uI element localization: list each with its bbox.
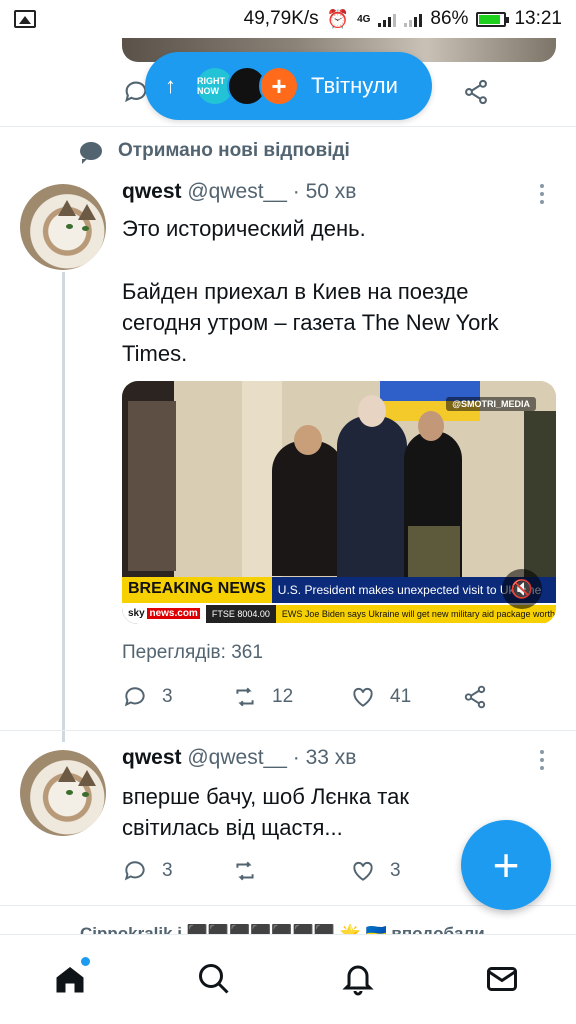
news-ticker: sky news.com FTSE 8004.00 EWS Joe Biden … [122, 603, 556, 624]
view-count: Переглядів: 361 [122, 642, 263, 663]
search-icon [199, 964, 229, 994]
avatar[interactable] [20, 184, 106, 270]
pill-avatar-3: + [259, 66, 299, 106]
reply-button[interactable]: 3 [122, 684, 173, 710]
nav-search[interactable] [196, 961, 236, 1001]
tweet-header: qwest @qwest__ · 33 хв [122, 746, 356, 770]
nav-home[interactable] [52, 957, 92, 1001]
reply-icon [124, 861, 145, 881]
share-icon [464, 685, 486, 709]
signal-icon [378, 11, 397, 27]
reply-icon [124, 687, 145, 707]
share-button[interactable] [462, 684, 488, 710]
like-button[interactable]: 41 [350, 684, 411, 710]
reply-count: 3 [162, 860, 173, 881]
reply-button[interactable]: 3 [122, 858, 173, 884]
tweet-text-line2: Байден приехал в Киев на поезде сегодня … [122, 279, 499, 366]
like-count: 41 [390, 686, 412, 707]
battery-icon [476, 11, 510, 27]
pill-label: Твітнули [311, 73, 398, 98]
retweet-button[interactable] [232, 858, 272, 884]
status-bar: 49,79K/s ⏰ 4G 86% 13:21 [0, 0, 576, 38]
nav-notifications[interactable] [340, 961, 380, 1001]
divider [0, 126, 576, 127]
author-handle[interactable]: @qwest__ [187, 746, 287, 769]
tweet-video[interactable]: @SMOTRI_MEDIA BREAKING NEWS U.S. Preside… [122, 381, 556, 624]
reply-count: 3 [162, 686, 173, 707]
breaking-news-banner: BREAKING NEWS U.S. President makes unexp… [122, 577, 556, 603]
divider [0, 730, 576, 731]
retweet-count: 12 [272, 686, 294, 707]
share-icon[interactable] [462, 78, 490, 106]
reply-notice[interactable]: Отримано нові відповіді [80, 140, 350, 164]
home-icon [56, 967, 84, 993]
tweet-text-line1: Это исторический день. [122, 216, 366, 241]
heart-icon [353, 687, 373, 707]
like-count: 3 [390, 860, 401, 881]
video-source-tag: @SMOTRI_MEDIA [446, 397, 536, 411]
reply-bubble-icon [80, 142, 102, 164]
battery-percent: 86% [430, 8, 469, 29]
retweet-button[interactable]: 12 [232, 684, 293, 710]
pill-avatars: RIGHT NOW + [195, 66, 299, 106]
more-options-icon[interactable] [540, 184, 546, 208]
clock: 13:21 [514, 8, 562, 29]
heart-icon [353, 861, 373, 881]
channel-logo: sky news.com [128, 608, 200, 619]
breaking-label: BREAKING NEWS [122, 577, 272, 603]
compose-tweet-button[interactable]: + [461, 820, 551, 910]
thread-line [62, 272, 65, 742]
author-name[interactable]: qwest [122, 746, 182, 769]
more-options-icon[interactable] [540, 750, 546, 774]
tweet-actions: 3 3 [122, 858, 502, 890]
notification-dot [81, 957, 90, 966]
gallery-icon [14, 10, 36, 28]
signal2-icon [404, 11, 423, 27]
bottom-navigation [0, 934, 576, 1024]
status-right: 49,79K/s ⏰ 4G 86% 13:21 [244, 8, 562, 30]
avatar[interactable] [20, 750, 106, 836]
tweet-time: · 50 хв [292, 180, 357, 203]
mail-icon [487, 967, 517, 991]
tweet-actions: 3 12 41 [122, 684, 502, 716]
network-speed: 49,79K/s [243, 8, 319, 29]
retweet-icon [236, 687, 254, 707]
mute-icon[interactable]: 🔇 [502, 569, 542, 609]
tweet-header: qwest @qwest__ · 50 хв [122, 180, 356, 204]
reply-notice-text: Отримано нові відповіді [118, 140, 350, 161]
author-name[interactable]: qwest [122, 180, 182, 203]
arrow-up-icon: ↑ [165, 73, 176, 98]
bell-icon [342, 965, 374, 996]
retweet-icon [236, 861, 254, 881]
alarm-icon: ⏰ [326, 8, 350, 29]
nav-messages[interactable] [484, 961, 524, 1001]
network-type: 4G [357, 13, 371, 25]
tweet-time: · 33 хв [292, 746, 357, 769]
ftse-value: FTSE 8004.00 [205, 604, 276, 623]
author-handle[interactable]: @qwest__ [187, 180, 287, 203]
new-tweets-pill[interactable]: ↑ RIGHT NOW + Твітнули [145, 52, 432, 120]
like-button[interactable]: 3 [350, 858, 401, 884]
tweet-text: вперше бачу, шоб Лєнка так світилась від… [122, 784, 409, 840]
